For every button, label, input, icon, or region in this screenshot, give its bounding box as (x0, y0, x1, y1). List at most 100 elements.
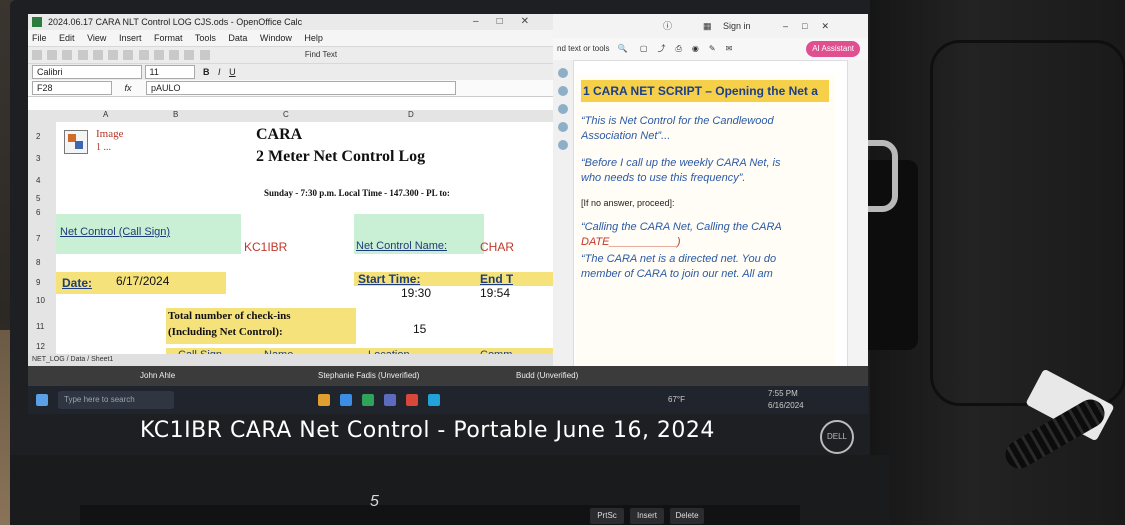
rail-icon[interactable] (558, 122, 568, 132)
menu-data[interactable]: Data (228, 33, 247, 43)
participant-name[interactable]: Stephanie Fadis (Unverified) (318, 366, 419, 386)
window-controls[interactable]: –□✕ (473, 14, 547, 30)
calc-window-title: 2024.06.17 CARA NLT Control LOG CJS.ods … (48, 17, 303, 27)
col-header-b[interactable]: B (173, 110, 178, 119)
col-header-c[interactable]: C (283, 110, 289, 119)
menu-tools[interactable]: Tools (195, 33, 216, 43)
standard-toolbar: Find Text (28, 46, 553, 64)
participant-name[interactable]: Budd (Unverified) (516, 366, 578, 386)
reader-tool-icons[interactable]: ▢⤴⎙◉✎✉ (640, 44, 742, 53)
spreadsheet-grid[interactable]: Image 1 ... CARA 2 Meter Net Control Log… (56, 122, 553, 366)
reader-left-rail (553, 60, 574, 366)
rail-icon[interactable] (558, 86, 568, 96)
spellcheck-icon[interactable] (108, 50, 119, 60)
script-document[interactable]: 1 CARA NET SCRIPT – Opening the Net a “T… (575, 74, 835, 366)
save-icon[interactable] (62, 50, 73, 60)
menu-edit[interactable]: Edit (59, 33, 75, 43)
page-marker: 5 (370, 493, 379, 510)
find-tools-input[interactable]: nd text or tools (557, 44, 609, 53)
menu-window[interactable]: Window (260, 33, 292, 43)
script-line: “This is Net Control for the Candlewood … (581, 114, 829, 144)
heading-cara: CARA (256, 126, 303, 143)
calc-app-icon (32, 17, 42, 27)
row-header[interactable]: 5 (36, 194, 40, 203)
taskbar-search[interactable]: Type here to search (58, 391, 174, 409)
sheet-tabs[interactable]: NET_LOG / Data / Sheet1 (28, 354, 557, 366)
undo-icon[interactable] (169, 50, 180, 60)
clock-date[interactable]: 6/16/2024 (768, 392, 804, 414)
teams-icon[interactable] (384, 394, 396, 406)
checkins-value: 15 (413, 322, 427, 336)
windows-taskbar: Type here to search 67°F 7:55 PM 6/16/20… (28, 386, 868, 414)
underline-button[interactable]: U (229, 67, 236, 77)
start-icon[interactable] (36, 394, 48, 406)
chart-icon[interactable] (199, 50, 210, 60)
script-line: “Before I call up the weekly CARA Net, i… (581, 156, 829, 186)
row-header[interactable]: 8 (36, 258, 40, 267)
script-line: “Calling the CARA Net, Calling the CARA … (581, 220, 829, 250)
heading-log: 2 Meter Net Control Log (256, 148, 426, 165)
weather-text[interactable]: 67°F (668, 386, 685, 414)
italic-button[interactable]: I (218, 67, 221, 77)
cut-icon[interactable] (123, 50, 134, 60)
key-prtsc: PrtSc (590, 508, 624, 524)
menu-insert[interactable]: Insert (119, 33, 142, 43)
find-text-button[interactable]: Find Text (305, 50, 337, 59)
row-header[interactable]: 10 (36, 296, 45, 305)
menu-help[interactable]: Help (304, 33, 323, 43)
sort-icon[interactable] (184, 50, 195, 60)
menu-file[interactable]: File (32, 33, 47, 43)
checkins-label-2: (Including Net Control): (168, 326, 283, 338)
calc-titlebar: 2024.06.17 CARA NLT Control LOG CJS.ods … (28, 14, 553, 30)
copy-icon[interactable] (138, 50, 149, 60)
script-title: 1 CARA NET SCRIPT – Opening the Net a (581, 80, 829, 102)
reader-window: ⓘ ▦ Sign in –□✕ nd text or tools 🔍 ▢⤴⎙◉✎… (553, 14, 868, 366)
row-headers: 2 3 4 5 6 7 8 9 10 11 12 13 (28, 122, 57, 366)
row-header[interactable]: 7 (36, 234, 40, 243)
rail-icon[interactable] (558, 68, 568, 78)
reader-taskbar-icon[interactable] (406, 394, 418, 406)
participant-name[interactable]: John Ahle (140, 366, 175, 386)
row-header[interactable]: 3 (36, 154, 40, 163)
col-header-d[interactable]: D (408, 110, 414, 119)
menu-view[interactable]: View (87, 33, 106, 43)
ai-assistant-button[interactable]: AI Assistant (806, 41, 860, 57)
new-icon[interactable] (32, 50, 42, 60)
row-header[interactable]: 2 (36, 132, 40, 141)
rail-icon[interactable] (558, 140, 568, 150)
row-header[interactable]: 4 (36, 176, 40, 185)
paste-icon[interactable] (153, 50, 164, 60)
search-icon[interactable]: 🔍 (618, 44, 628, 53)
start-time-value: 19:30 (401, 286, 432, 300)
col-header-a[interactable]: A (103, 110, 108, 119)
formula-bar: F28 fx pAULO (28, 80, 553, 97)
sign-in-link[interactable]: Sign in (723, 14, 751, 38)
font-name-box[interactable]: Calibri (32, 65, 142, 79)
rail-icon[interactable] (558, 104, 568, 114)
laptop-screen: 2024.06.17 CARA NLT Control LOG CJS.ods … (28, 14, 868, 414)
row-header[interactable]: 12 (36, 342, 45, 351)
script-date-blank: DATE___________) (581, 236, 681, 248)
reader-window-controls[interactable]: –□✕ (783, 14, 843, 38)
end-time-label: End T (480, 272, 514, 286)
file-explorer-icon[interactable] (318, 394, 330, 406)
net-control-call-value: KC1IBR (244, 240, 288, 254)
row-header[interactable]: 6 (36, 208, 40, 217)
row-header[interactable]: 9 (36, 278, 40, 287)
help-icon[interactable]: ⓘ (663, 14, 672, 38)
date-value: 6/17/2024 (116, 274, 170, 288)
open-icon[interactable] (47, 50, 58, 60)
font-size-box[interactable]: 11 (144, 65, 195, 79)
bold-button[interactable]: B (203, 67, 210, 77)
edge-icon[interactable] (340, 394, 352, 406)
function-wizard-icon[interactable]: fx (125, 83, 132, 93)
calc-taskbar-icon[interactable] (362, 394, 374, 406)
app-icon[interactable] (428, 394, 440, 406)
apps-icon[interactable]: ▦ (703, 14, 712, 38)
pdf-icon[interactable] (92, 50, 103, 60)
menu-format[interactable]: Format (154, 33, 183, 43)
row-header[interactable]: 11 (36, 322, 44, 331)
print-icon[interactable] (77, 50, 88, 60)
formula-input[interactable]: pAULO (146, 81, 457, 95)
name-box[interactable]: F28 (32, 81, 112, 95)
